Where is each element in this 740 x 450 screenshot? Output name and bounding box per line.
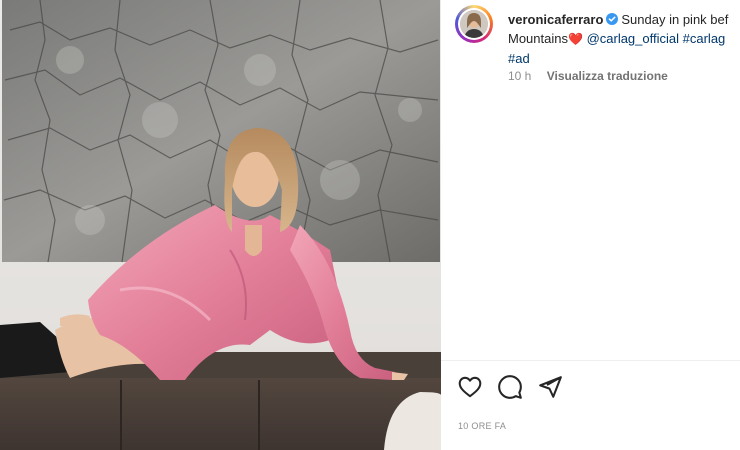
instagram-post: veronicaferraro Sunday in pink bef Mounta… <box>0 0 740 450</box>
translate-button[interactable]: Visualizza traduzione <box>547 69 668 83</box>
avatar[interactable] <box>458 8 490 40</box>
hashtag-link-carlag[interactable]: #carlag <box>683 31 726 46</box>
caption-meta: 10 h Visualizza traduzione <box>508 69 668 83</box>
mention-link[interactable]: @carlag_official <box>587 31 679 46</box>
post-sidebar: veronicaferraro Sunday in pink bef Mounta… <box>441 0 740 450</box>
comment-icon <box>498 375 522 399</box>
hashtag-link-ad[interactable]: #ad <box>508 51 530 66</box>
post-photo[interactable] <box>0 0 441 450</box>
post-photo-image <box>0 0 441 450</box>
section-divider <box>441 360 740 361</box>
story-ring[interactable] <box>455 5 493 43</box>
caption-line-3: #ad <box>508 49 740 68</box>
caption-line-2: Mountains❤️ @carlag_official #carlag <box>508 29 740 49</box>
caption-text-start: Sunday in pink bef <box>621 12 729 27</box>
caption-line-1: veronicaferraro Sunday in pink bef <box>508 10 740 29</box>
heart-icon <box>458 376 482 398</box>
like-button[interactable] <box>457 374 483 400</box>
username-link[interactable]: veronicaferraro <box>508 12 603 27</box>
post-caption: veronicaferraro Sunday in pink bef Mounta… <box>508 10 740 68</box>
avatar-image <box>460 10 488 38</box>
heart-emoji: ❤️ <box>567 32 583 46</box>
comment-button[interactable] <box>497 374 523 400</box>
time-ago-long: 10 ORE FA <box>458 421 507 431</box>
caption-text-mountains: Mountains <box>508 31 568 46</box>
time-ago-short: 10 h <box>508 69 532 83</box>
paper-plane-icon <box>539 376 562 398</box>
share-button[interactable] <box>537 374 563 400</box>
verified-badge-icon <box>606 11 619 25</box>
